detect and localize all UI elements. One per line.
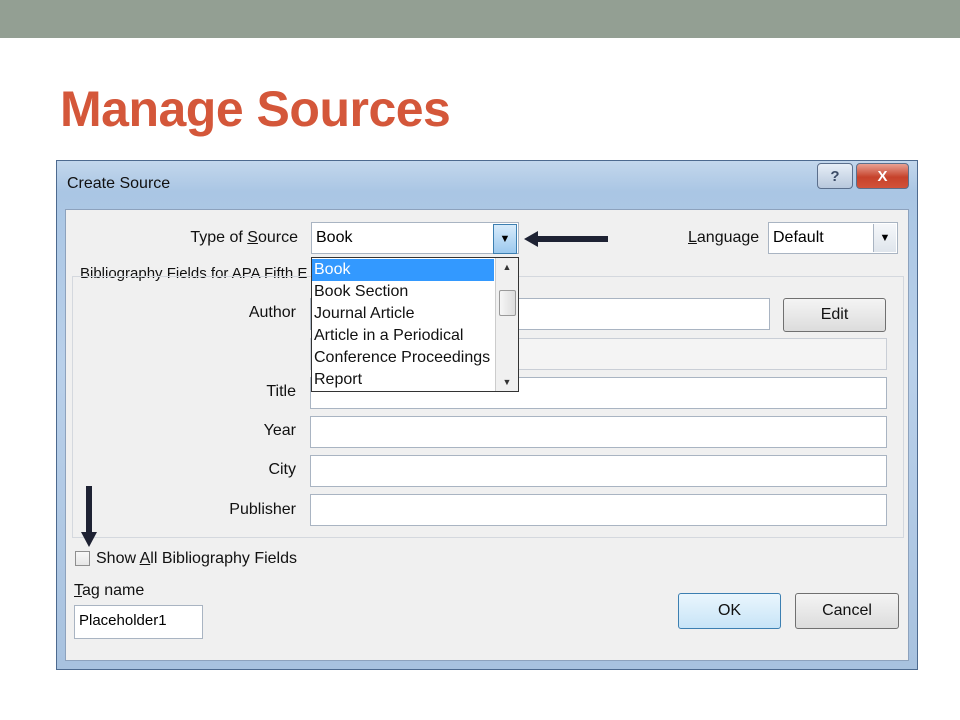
scroll-thumb[interactable] bbox=[499, 290, 516, 316]
publisher-field[interactable] bbox=[310, 494, 887, 526]
author-label: Author bbox=[248, 304, 296, 321]
help-icon: ? bbox=[830, 167, 840, 185]
dropdown-item-journal-article[interactable]: Journal Article bbox=[312, 303, 494, 325]
year-label: Year bbox=[263, 422, 296, 439]
edit-button[interactable]: Edit bbox=[783, 298, 886, 332]
type-of-source-value: Book bbox=[316, 229, 353, 246]
chevron-down-icon[interactable]: ▼ bbox=[873, 224, 896, 252]
scroll-down-icon[interactable]: ▼ bbox=[496, 377, 518, 387]
close-button[interactable]: X bbox=[856, 163, 909, 189]
city-field[interactable] bbox=[310, 455, 887, 487]
chevron-down-icon[interactable]: ▼ bbox=[493, 224, 517, 254]
type-of-source-combo[interactable]: Book ▼ bbox=[311, 222, 519, 254]
dropdown-item-conference-proceedings[interactable]: Conference Proceedings bbox=[312, 347, 494, 369]
dropdown-item-report[interactable]: Report bbox=[312, 369, 494, 391]
arrow-icon bbox=[524, 231, 608, 247]
language-label: Language bbox=[688, 229, 760, 246]
type-of-source-dropdown[interactable]: Book Book Section Journal Article Articl… bbox=[311, 257, 519, 392]
cancel-button[interactable]: Cancel bbox=[795, 593, 899, 629]
help-button[interactable]: ? bbox=[817, 163, 853, 189]
scroll-up-icon[interactable]: ▲ bbox=[496, 262, 518, 272]
language-value: Default bbox=[773, 229, 824, 246]
slide-top-bar bbox=[0, 0, 960, 38]
tag-name-field[interactable]: Placeholder1 bbox=[74, 605, 203, 639]
dropdown-scrollbar[interactable]: ▲ ▼ bbox=[495, 258, 518, 391]
dropdown-item-book[interactable]: Book bbox=[312, 259, 494, 281]
publisher-label: Publisher bbox=[229, 501, 296, 518]
title-label: Title bbox=[266, 383, 296, 400]
show-all-label[interactable]: Show All Bibliography Fields bbox=[96, 550, 297, 568]
show-all-checkbox[interactable] bbox=[75, 551, 90, 566]
year-field[interactable] bbox=[310, 416, 887, 448]
close-icon: X bbox=[877, 167, 888, 185]
ok-button[interactable]: OK bbox=[678, 593, 781, 629]
dialog-title: Create Source bbox=[67, 175, 171, 192]
tag-name-label: Tag name bbox=[74, 582, 145, 599]
city-label: City bbox=[268, 461, 296, 478]
arrow-icon bbox=[81, 486, 97, 547]
dropdown-item-article-periodical[interactable]: Article in a Periodical bbox=[312, 325, 494, 347]
dropdown-item-book-section[interactable]: Book Section bbox=[312, 281, 494, 303]
slide-title: Manage Sources bbox=[60, 81, 451, 137]
language-combo[interactable]: Default ▼ bbox=[768, 222, 898, 254]
type-of-source-label: Type of Source bbox=[190, 229, 298, 246]
